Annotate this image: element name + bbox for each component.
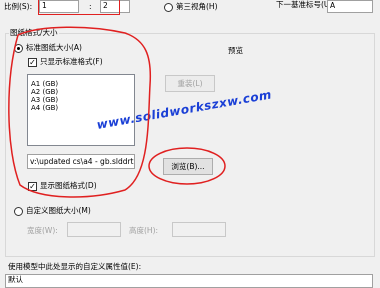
annotation-overlay <box>8 26 226 198</box>
annotation-loop <box>8 26 152 198</box>
browse-annotation-ellipse <box>148 147 226 185</box>
custom-property-label: 使用模型中此处显示的自定义属性值(E): <box>8 262 142 271</box>
custom-property-select[interactable]: 默认 <box>5 274 373 288</box>
